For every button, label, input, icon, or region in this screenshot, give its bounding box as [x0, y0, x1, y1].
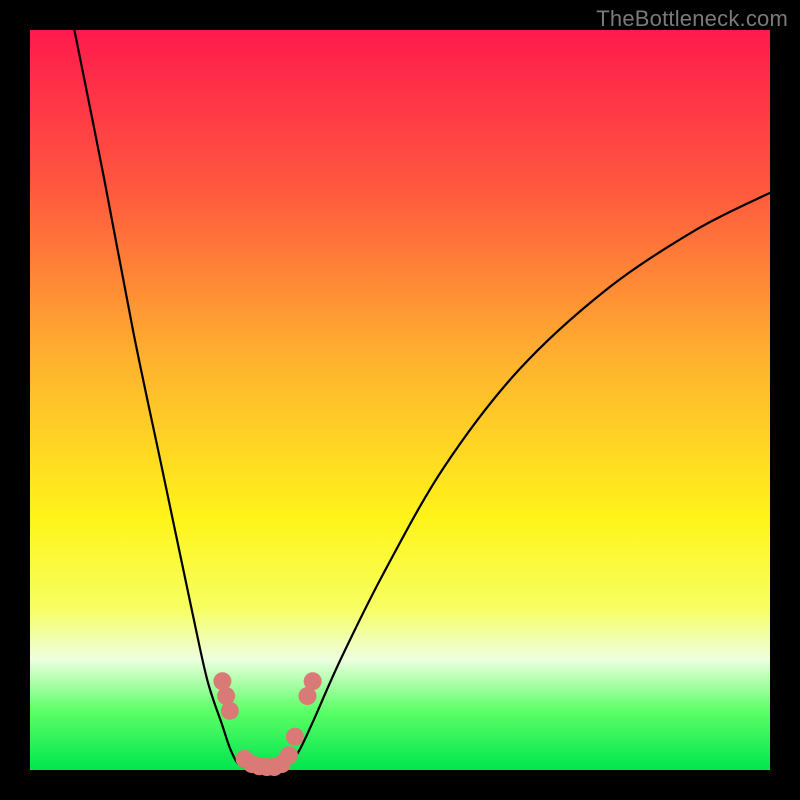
chart-svg [30, 30, 770, 770]
plot-area [30, 30, 770, 770]
marker-dot [280, 746, 298, 764]
marker-dot [304, 672, 322, 690]
right-curve [282, 193, 770, 770]
watermark-text: TheBottleneck.com [596, 6, 788, 32]
left-curve [74, 30, 252, 770]
marker-dot [221, 702, 239, 720]
chart-frame: TheBottleneck.com [0, 0, 800, 800]
marker-dots [213, 672, 321, 776]
marker-dot [286, 728, 304, 746]
